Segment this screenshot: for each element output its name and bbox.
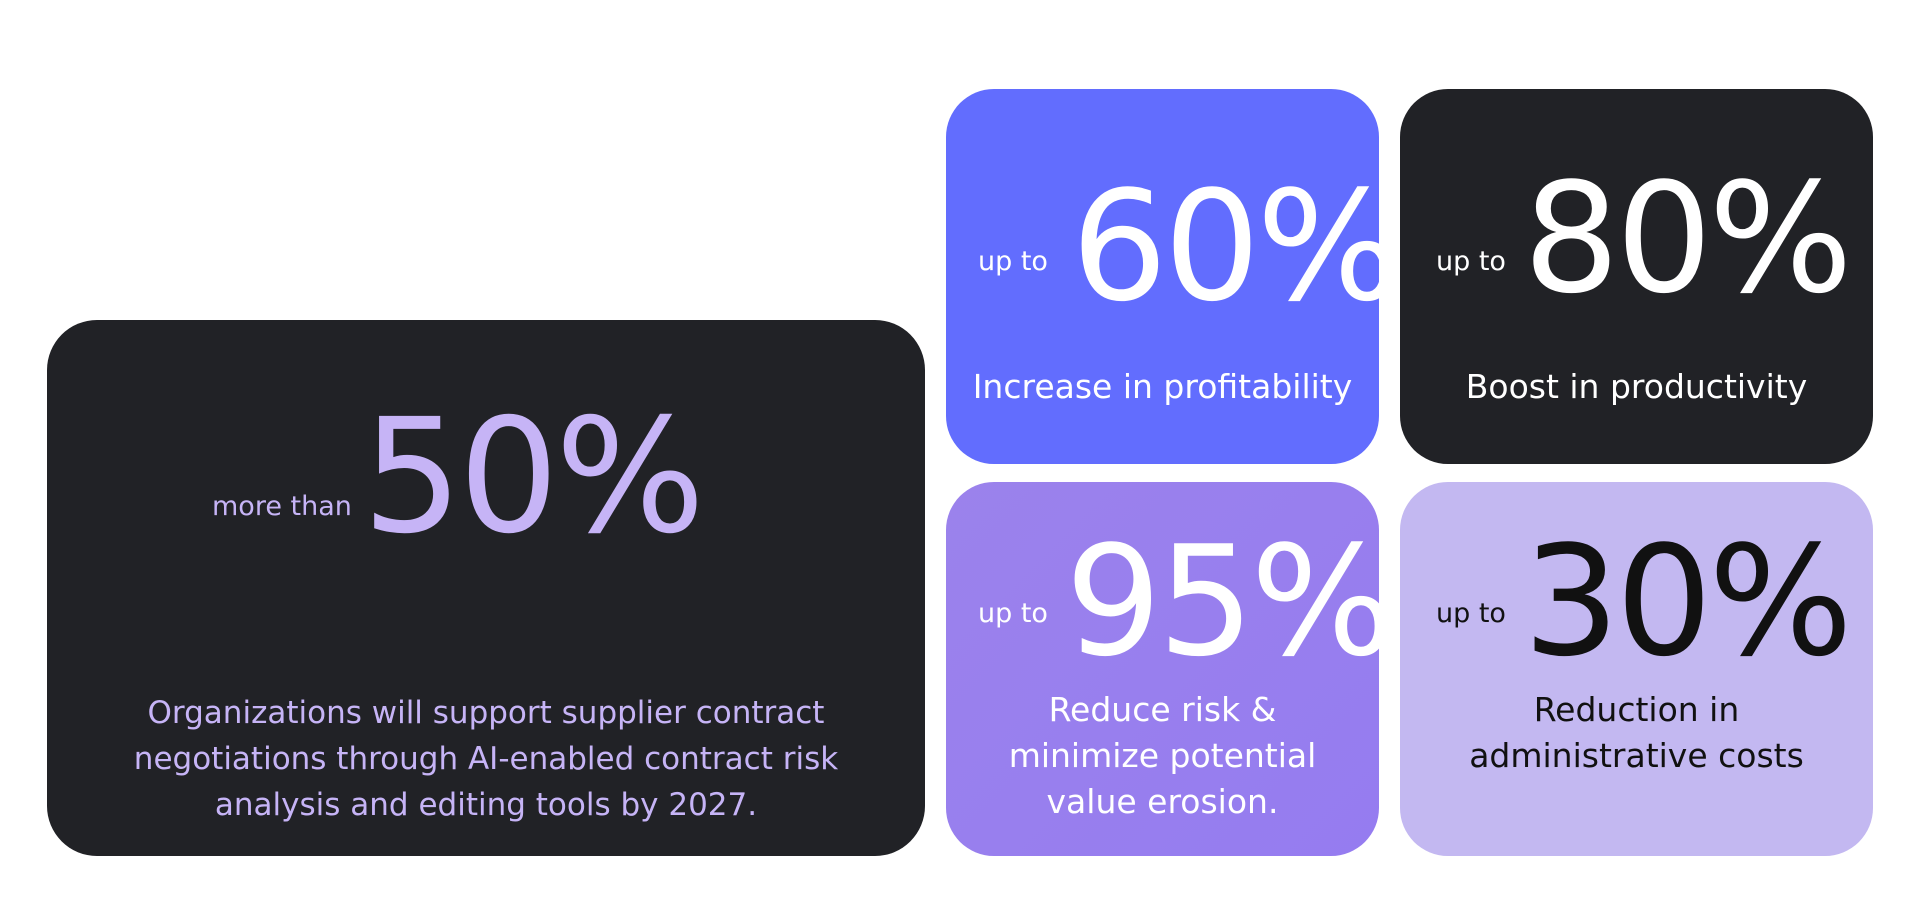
stat-prefix: up to bbox=[1436, 598, 1506, 629]
stat-description: Boost in productivity bbox=[1465, 367, 1808, 406]
stat-card-30-percent: up to 30% Reduction in administrative co… bbox=[1400, 482, 1873, 856]
stat-value: 95% bbox=[1065, 513, 1395, 690]
stat-prefix: up to bbox=[978, 598, 1048, 629]
stat-value: 30% bbox=[1523, 513, 1853, 690]
stat-value: 80% bbox=[1523, 150, 1853, 327]
stat-value: 50% bbox=[362, 385, 705, 569]
stat-description: Reduce risk & minimize potential value e… bbox=[1008, 690, 1317, 821]
stat-value: 60% bbox=[1071, 158, 1401, 335]
stat-prefix: more than bbox=[212, 491, 352, 522]
stat-description: Reduction in administrative costs bbox=[1469, 690, 1804, 775]
stat-description: Organizations will support supplier cont… bbox=[133, 695, 839, 823]
stat-prefix: up to bbox=[1436, 246, 1506, 277]
stat-card-60-percent: up to 60% Increase in profitability bbox=[946, 89, 1401, 464]
stat-card-50-percent: more than 50% Organizations will support… bbox=[47, 320, 925, 856]
stat-prefix: up to bbox=[978, 246, 1048, 277]
stat-card-80-percent: up to 80% Boost in productivity bbox=[1400, 89, 1873, 464]
stat-description: Increase in profitability bbox=[972, 367, 1353, 406]
stat-card-95-percent: up to 95% Reduce risk & minimize potenti… bbox=[946, 482, 1395, 856]
